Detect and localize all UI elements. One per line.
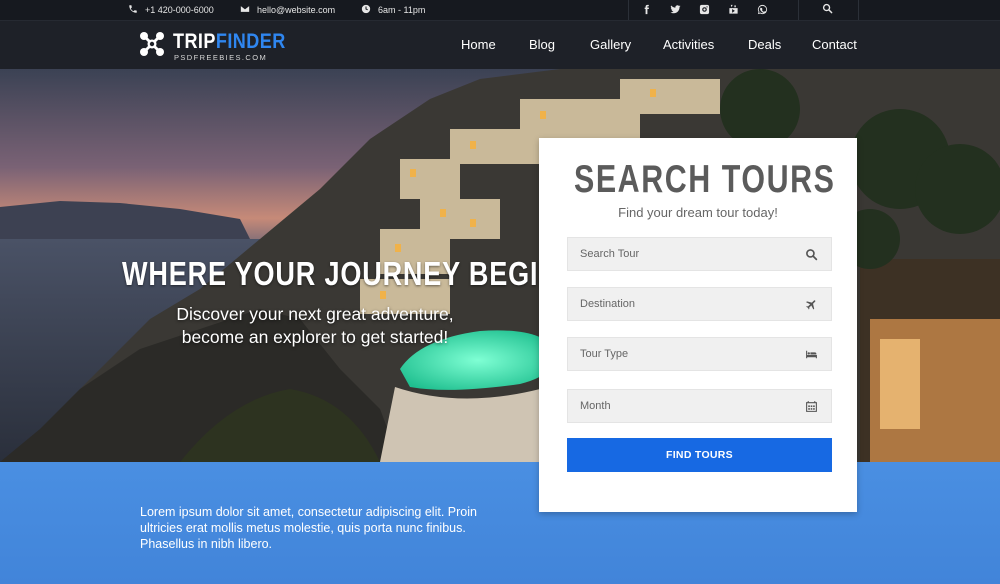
nav-item-activities[interactable]: Activities [663, 37, 714, 52]
phone-icon [128, 4, 138, 16]
search-icon [805, 248, 818, 261]
plane-icon [805, 298, 818, 311]
hero-title: WHERE YOUR JOURNEY BEGINS. [122, 255, 586, 292]
envelope-icon [240, 4, 250, 16]
tour-type-field [567, 337, 832, 371]
nav-item-deals[interactable]: Deals [748, 37, 781, 52]
main-navbar: TRIPFINDER PSDFREEBIES.COM Home Blog Gal… [0, 20, 1000, 69]
instagram-icon[interactable] [698, 3, 710, 15]
search-tour-field [567, 237, 832, 271]
phone-number: +1 420-000-6000 [145, 5, 214, 15]
nav-menu: Home Blog Gallery Activities Deals Conta… [0, 37, 1000, 55]
find-tours-button[interactable]: FIND TOURS [567, 438, 832, 472]
whatsapp-icon[interactable] [756, 3, 768, 15]
phone-contact[interactable]: +1 420-000-6000 [128, 4, 214, 16]
opening-hours: 6am - 11pm [378, 5, 426, 15]
search-tours-card: SEARCH TOURS Find your dream tour today!… [539, 138, 857, 512]
tour-type-input[interactable] [568, 338, 798, 370]
nav-item-home[interactable]: Home [461, 37, 496, 52]
bed-icon [805, 348, 818, 361]
calendar-icon [805, 400, 818, 413]
search-tour-input[interactable] [568, 238, 798, 270]
email-address: hello@website.com [257, 5, 336, 15]
facebook-icon[interactable] [640, 3, 652, 15]
intro-text: Lorem ipsum dolor sit amet, consectetur … [140, 505, 477, 551]
nav-item-contact[interactable]: Contact [812, 37, 857, 52]
hours-info: 6am - 11pm [361, 4, 425, 16]
hero-subtitle: Discover your next great adventure, beco… [176, 304, 454, 347]
youtube-icon[interactable] [727, 3, 739, 15]
clock-icon [361, 4, 371, 16]
top-bar: +1 420-000-6000 hello@website.com 6am - … [0, 0, 1000, 20]
search-card-title: SEARCH TOURS [573, 158, 836, 201]
destination-input[interactable] [568, 288, 798, 320]
search-card-subtitle: Find your dream tour today! [618, 205, 778, 220]
email-contact[interactable]: hello@website.com [240, 4, 335, 16]
month-field [567, 389, 832, 423]
brand-tagline: PSDFREEBIES.COM [174, 53, 268, 62]
nav-item-blog[interactable]: Blog [529, 37, 555, 52]
month-input[interactable] [568, 390, 798, 422]
search-icon[interactable] [822, 3, 834, 15]
nav-item-gallery[interactable]: Gallery [590, 37, 631, 52]
destination-field [567, 287, 832, 321]
social-links [640, 3, 768, 15]
twitter-icon[interactable] [669, 3, 681, 15]
